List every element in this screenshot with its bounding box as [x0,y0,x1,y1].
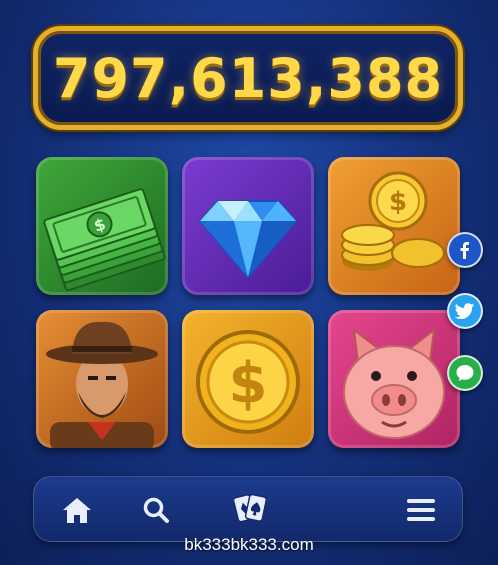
bottom-navbar [33,476,463,542]
twitter-icon [455,303,474,319]
message-icon [456,365,474,381]
menu-icon [407,499,435,521]
facebook-button[interactable] [447,232,483,268]
message-button[interactable] [447,355,483,391]
twitter-button[interactable] [447,293,483,329]
diamond-icon [198,200,298,279]
gold-coins-icon: $ [341,171,445,271]
nav-menu-button[interactable] [404,493,438,527]
cash-stack-icon: $ [43,188,166,292]
tile-pig[interactable] [328,310,460,448]
jackpot-value: 797,613,388 [52,46,444,110]
dollar-coin-icon: $ [196,330,300,434]
cards-icon [234,493,267,523]
nav-cards-button[interactable] [234,491,268,525]
nav-home-button[interactable] [60,493,94,527]
search-icon [143,497,169,523]
tile-cash[interactable]: $ [36,157,168,295]
site-watermark-text: bk333bk333.com [184,535,314,554]
svg-text:$: $ [229,351,268,416]
facebook-icon [460,242,469,259]
tile-dollar-coin[interactable]: $ [182,310,314,448]
home-icon [63,498,91,523]
tile-gold-coins[interactable]: $ [328,157,460,295]
svg-text:$: $ [389,187,407,217]
nav-search-button[interactable] [139,493,173,527]
tile-cowboy[interactable] [36,310,168,448]
tile-diamond[interactable] [182,157,314,295]
jackpot-counter: 797,613,388 [33,26,463,130]
pig-icon [343,327,445,439]
cowboy-icon [46,321,158,448]
